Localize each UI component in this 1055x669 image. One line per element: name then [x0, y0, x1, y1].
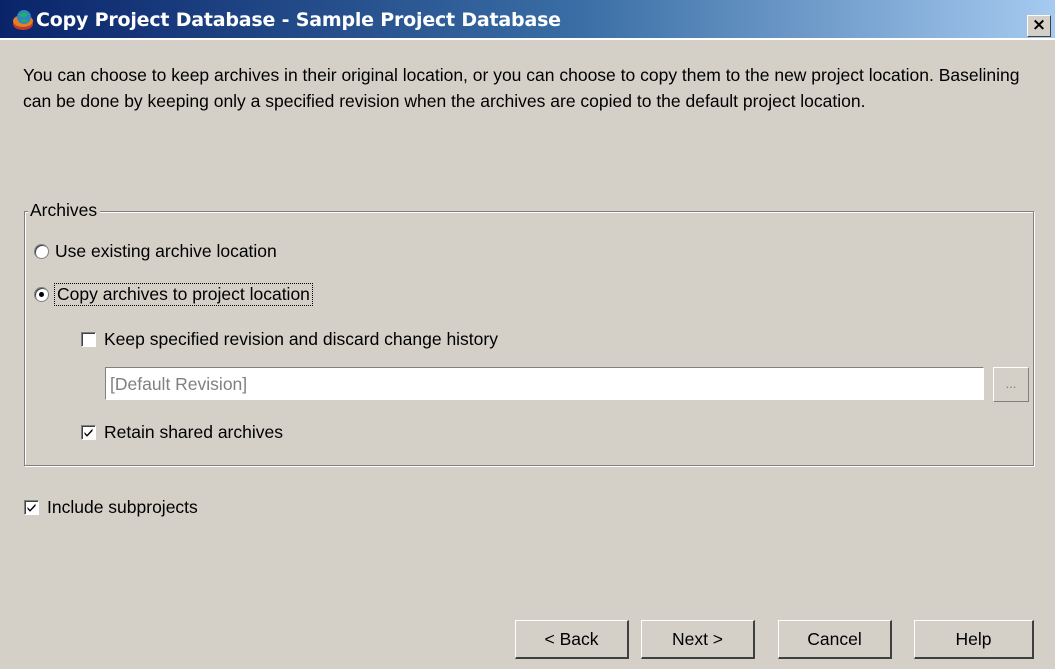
copy-archives-label: Copy archives to project location — [54, 283, 313, 306]
checkmark-icon — [84, 428, 93, 437]
checkmark-icon — [27, 503, 36, 512]
retain-shared-archives-checkbox[interactable]: Retain shared archives — [81, 422, 283, 443]
copy-project-database-dialog: Copy Project Database - Sample Project D… — [0, 0, 1055, 669]
revision-input[interactable]: [Default Revision] — [105, 367, 984, 400]
include-subprojects-checkbox[interactable]: Include subprojects — [24, 497, 198, 518]
use-existing-archive-radio[interactable]: Use existing archive location — [34, 241, 277, 262]
help-button[interactable]: Help — [914, 620, 1034, 659]
back-button[interactable]: < Back — [515, 620, 629, 659]
radio-button-unselected[interactable] — [34, 244, 49, 259]
close-button[interactable]: × — [1027, 15, 1051, 37]
archives-legend: Archives — [28, 199, 101, 221]
retain-shared-archives-label: Retain shared archives — [104, 422, 283, 442]
checkbox-checked[interactable] — [24, 500, 39, 515]
title-bar[interactable]: Copy Project Database - Sample Project D… — [0, 0, 1055, 40]
next-button[interactable]: Next > — [641, 620, 755, 659]
checkbox-unchecked[interactable] — [81, 332, 96, 347]
copy-archives-radio[interactable]: Copy archives to project location — [34, 283, 313, 306]
use-existing-archive-label: Use existing archive location — [55, 241, 277, 261]
keep-revision-label: Keep specified revision and discard chan… — [104, 329, 498, 349]
cancel-button[interactable]: Cancel — [778, 620, 892, 659]
window-title: Copy Project Database - Sample Project D… — [36, 9, 561, 31]
browse-revision-button[interactable]: ... — [993, 367, 1029, 402]
keep-revision-checkbox[interactable]: Keep specified revision and discard chan… — [81, 329, 498, 350]
include-subprojects-label: Include subprojects — [47, 497, 198, 517]
intro-description: You can choose to keep archives in their… — [23, 65, 1020, 111]
project-database-icon — [11, 8, 37, 32]
close-icon: × — [1031, 15, 1047, 35]
checkbox-checked[interactable] — [81, 425, 96, 440]
radio-button-selected[interactable] — [34, 287, 49, 302]
